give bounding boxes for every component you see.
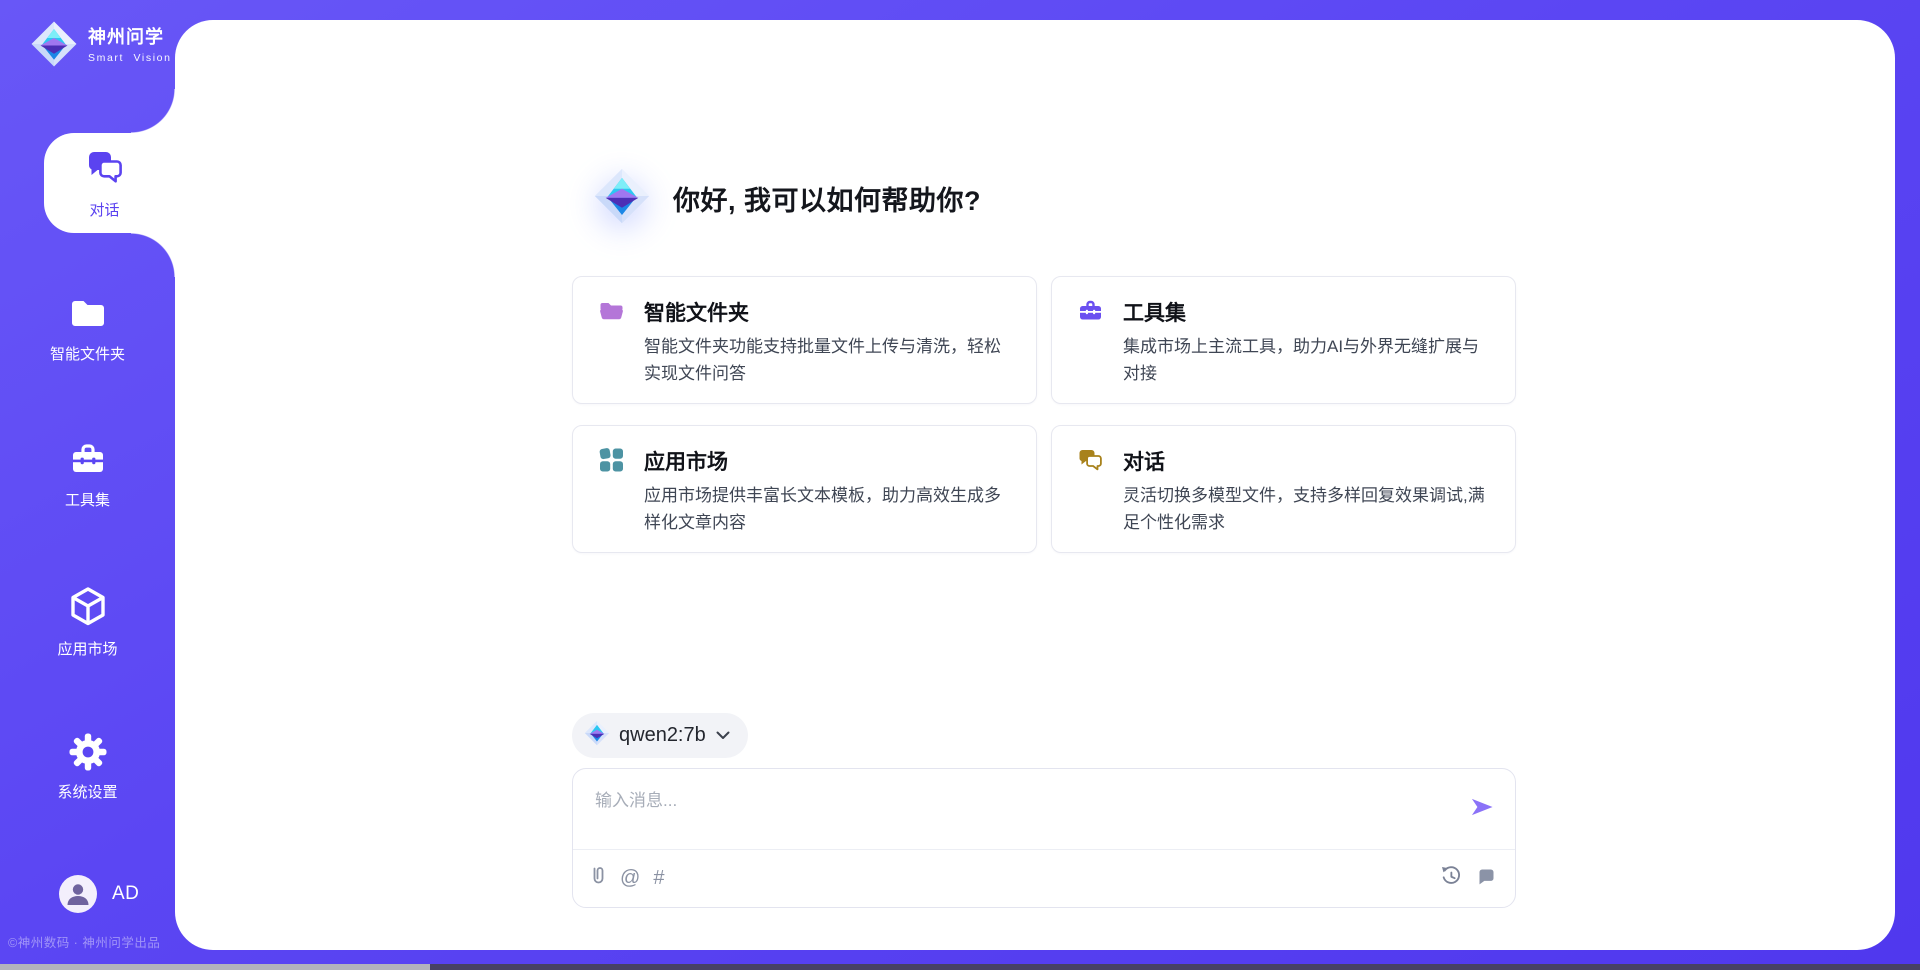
assistant-logo-diamond-icon [593, 167, 651, 230]
paperclip-icon [589, 865, 607, 891]
sidebar-item-settings[interactable]: 系统设置 [0, 732, 175, 800]
card-toolset[interactable]: 工具集 集成市场上主流工具，助力AI与外界无缝扩展与对接 [1051, 276, 1516, 404]
main-panel: 你好, 我可以如何帮助你? 智能文件夹 智能文件夹功能支持批量文件上传与清洗，轻… [175, 20, 1895, 950]
avatar [59, 875, 97, 913]
at-sign-icon: @ [620, 868, 640, 888]
toolbox-icon [68, 440, 108, 484]
app-window: 神州问学 Smart Vision 对话 [0, 0, 1920, 970]
sidebar-item-label: 智能文件夹 [50, 347, 125, 362]
chevron-down-icon [716, 727, 730, 745]
brand-subtitle: Smart Vision [88, 52, 172, 64]
bottom-strip-left [0, 964, 430, 970]
model-name: qwen2:7b [619, 724, 706, 747]
card-smart-folder[interactable]: 智能文件夹 智能文件夹功能支持批量文件上传与清洗，轻松实现文件问答 [572, 276, 1037, 404]
message-composer: @ # [572, 768, 1516, 908]
card-description: 灵活切换多模型文件，支持多样回复效果调试,满足个性化需求 [1123, 482, 1495, 536]
brand: 神州问学 Smart Vision [30, 20, 172, 73]
card-title: 对话 [1123, 446, 1165, 476]
hash-icon: # [653, 868, 664, 888]
user-initials: AD [112, 883, 139, 905]
folder-icon [68, 294, 108, 338]
message-input[interactable] [593, 783, 1451, 819]
sidebar-item-chat[interactable]: 对话 [44, 133, 175, 233]
folder-icon [598, 298, 625, 329]
card-title: 智能文件夹 [644, 297, 749, 327]
card-title: 工具集 [1123, 297, 1186, 327]
send-icon [1469, 806, 1495, 821]
model-selector[interactable]: qwen2:7b [572, 713, 748, 758]
composer-tools-right [1440, 865, 1497, 891]
card-description: 智能文件夹功能支持批量文件上传与清洗，轻松实现文件问答 [644, 333, 1016, 387]
card-app-market[interactable]: 应用市场 应用市场提供丰富长文本模板，助力高效生成多样化文章内容 [572, 425, 1037, 553]
sidebar-item-label: 应用市场 [57, 642, 117, 657]
history-clock-icon [1440, 865, 1462, 891]
model-logo-diamond-icon [584, 720, 610, 751]
brand-name: 神州问学 [88, 27, 172, 49]
bottom-edge-strip [0, 964, 1920, 970]
sidebar-item-toolbox[interactable]: 工具集 [0, 440, 175, 508]
sidebar-item-app-market[interactable]: 应用市场 [0, 585, 175, 657]
card-description: 应用市场提供丰富长文本模板，助力高效生成多样化文章内容 [644, 482, 1016, 536]
mention-button[interactable]: @ [620, 868, 640, 888]
briefcase-icon [1077, 298, 1104, 329]
composer-divider [573, 849, 1515, 850]
sidebar-item-label: 工具集 [65, 493, 110, 508]
send-button[interactable] [1467, 795, 1497, 821]
card-description: 集成市场上主流工具，助力AI与外界无缝扩展与对接 [1123, 333, 1495, 387]
attach-file-button[interactable] [589, 865, 607, 891]
brand-text: 神州问学 Smart Vision [88, 20, 172, 64]
cube-icon [67, 585, 109, 633]
new-chat-button[interactable] [1476, 866, 1497, 891]
app-grid-icon [598, 447, 625, 478]
chat-icon [85, 148, 125, 192]
sidebar-footer-credit: ©神州数码 · 神州问学出品 [8, 932, 160, 951]
composer-tools-left: @ # [589, 865, 664, 891]
card-title: 应用市场 [644, 446, 728, 476]
chat-icon [1077, 447, 1104, 478]
feature-cards: 智能文件夹 智能文件夹功能支持批量文件上传与清洗，轻松实现文件问答 工具集 集成… [572, 276, 1516, 553]
sidebar-item-smart-folder[interactable]: 智能文件夹 [0, 294, 175, 362]
greeting-block: 你好, 我可以如何帮助你? [593, 161, 981, 236]
card-chat[interactable]: 对话 灵活切换多模型文件，支持多样回复效果调试,满足个性化需求 [1051, 425, 1516, 553]
history-button[interactable] [1440, 865, 1462, 891]
user-account[interactable]: AD [59, 875, 139, 913]
sidebar-item-label: 系统设置 [57, 785, 117, 800]
sidebar-item-label: 对话 [89, 199, 119, 220]
greeting-title: 你好, 我可以如何帮助你? [673, 179, 981, 218]
brand-logo-diamond-icon [30, 20, 78, 73]
gear-icon [68, 732, 108, 776]
topic-button[interactable]: # [653, 868, 664, 888]
sidebar: 神州问学 Smart Vision 对话 [0, 0, 175, 970]
bottom-strip-right [430, 964, 1920, 970]
comment-icon [1476, 866, 1497, 891]
